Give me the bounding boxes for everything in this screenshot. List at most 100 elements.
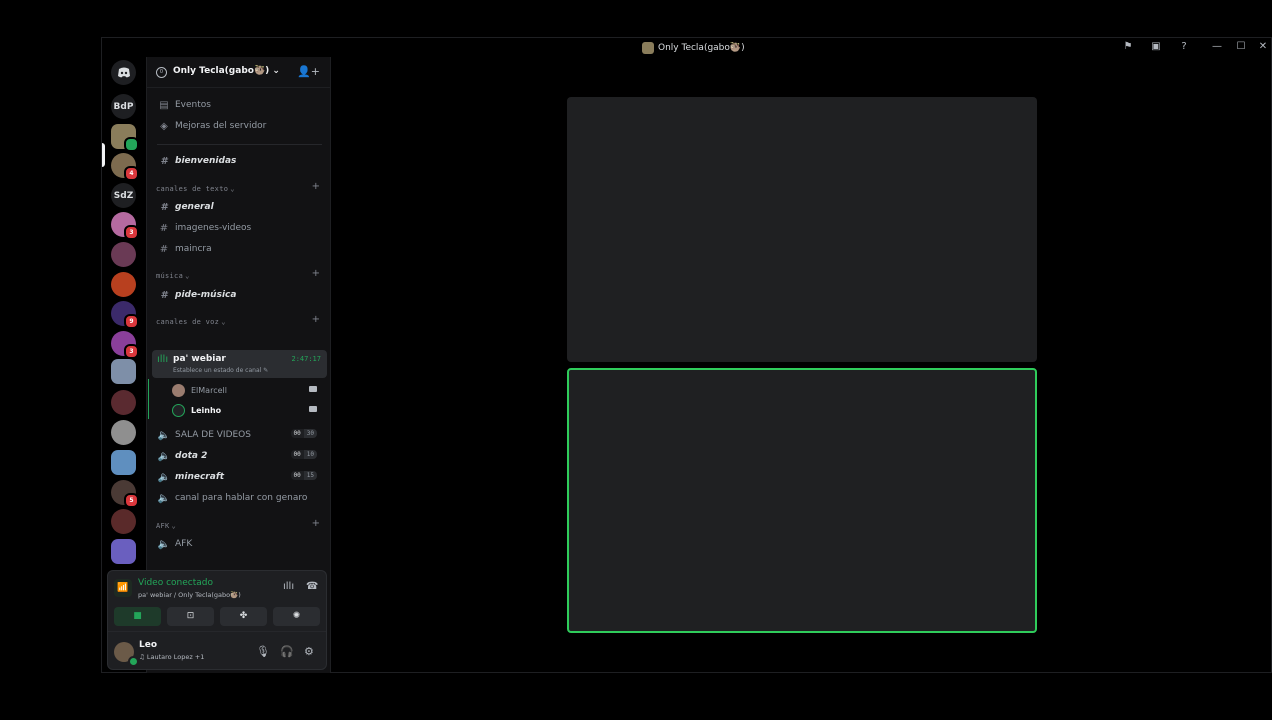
calendar-icon: ▤ bbox=[159, 99, 169, 111]
channel-dota-2[interactable]: 🔈 dota 2 00 10 bbox=[157, 448, 322, 464]
server-icon[interactable]: 9 bbox=[111, 301, 139, 329]
voice-activity-icon: ıllı bbox=[157, 354, 169, 365]
user-count: 00 bbox=[290, 471, 304, 480]
user-max: 15 bbox=[303, 471, 317, 480]
server-icon[interactable] bbox=[111, 272, 136, 297]
window-title-text: Only Tecla(gabo🦥) bbox=[658, 43, 745, 53]
server-icon[interactable]: 3 bbox=[111, 212, 139, 240]
channel-label: imagenes-videos bbox=[175, 223, 252, 233]
chevron-down-icon: ⌄ bbox=[221, 318, 226, 326]
channel-status[interactable]: Establece un estado de canal ✎ bbox=[173, 367, 268, 374]
category-label: música bbox=[156, 272, 184, 280]
voice-user-name: Leinho bbox=[191, 405, 222, 415]
noise-suppression-icon[interactable]: ıllı bbox=[283, 581, 294, 592]
avatar bbox=[172, 403, 185, 417]
voice-connection-panel: 📶 Video conectado pa' webiar / Only Tecl… bbox=[107, 570, 327, 670]
server-icon[interactable] bbox=[111, 509, 136, 534]
server-icon[interactable]: 4 bbox=[111, 153, 139, 181]
voice-channel-pa-webiar[interactable]: ıllı pa' webiar 2:47:17 Establece un est… bbox=[152, 350, 327, 378]
server-icon[interactable] bbox=[111, 420, 136, 445]
channel-pide-musica[interactable]: # pide-música bbox=[157, 287, 237, 303]
boost-icon: ◈ bbox=[160, 120, 168, 132]
server-icon[interactable] bbox=[111, 450, 136, 475]
disconnect-icon[interactable]: ☎ bbox=[306, 581, 318, 592]
add-channel-icon[interactable]: + bbox=[312, 268, 320, 279]
server-icon[interactable] bbox=[111, 539, 136, 564]
voice-user-leinho[interactable]: Leinho bbox=[172, 402, 322, 418]
video-tile-speaking[interactable] bbox=[567, 368, 1037, 633]
voice-status[interactable]: Video conectado bbox=[138, 578, 213, 588]
channel-label: general bbox=[175, 202, 214, 212]
category-music[interactable]: música ⌄ bbox=[156, 270, 190, 282]
soundboard-button[interactable]: ✺ bbox=[273, 607, 320, 626]
selected-server-indicator bbox=[102, 143, 105, 167]
user-limit: 00 10 bbox=[290, 450, 317, 459]
activities-button[interactable]: ✤ bbox=[220, 607, 267, 626]
server-icon[interactable]: 5 bbox=[111, 480, 139, 508]
add-member-icon[interactable]: 👤+ bbox=[297, 65, 320, 78]
channel-afk[interactable]: 🔈 AFK bbox=[157, 536, 192, 552]
voice-user-elmarcell[interactable]: ElMarcell bbox=[172, 382, 322, 398]
events-item[interactable]: ▤ Eventos bbox=[157, 97, 211, 113]
channel-label: minecraft bbox=[175, 472, 225, 482]
mention-badge: 3 bbox=[124, 344, 139, 359]
voice-location[interactable]: pa' webiar / Only Tecla(gabo🦥) bbox=[138, 591, 241, 599]
online-status-icon bbox=[128, 656, 139, 667]
category-text-channels[interactable]: canales de texto ⌄ bbox=[156, 183, 235, 195]
channel-imagenes-videos[interactable]: # imagenes-videos bbox=[157, 220, 251, 236]
server-icon[interactable] bbox=[111, 242, 136, 267]
camera-icon bbox=[309, 406, 317, 412]
server-sdz[interactable]: SdZ bbox=[111, 183, 136, 208]
add-channel-icon[interactable]: + bbox=[312, 518, 320, 529]
channel-maincra[interactable]: # maincra bbox=[157, 241, 212, 257]
home-discord-icon[interactable] bbox=[111, 60, 136, 85]
speaker-icon: 🔈 bbox=[157, 492, 171, 504]
video-tile[interactable] bbox=[567, 97, 1037, 362]
server-header[interactable]: 0 Only Tecla(gabo🦥) ⌄ 👤+ bbox=[147, 57, 330, 88]
headphones-icon[interactable]: 🎧 bbox=[280, 645, 294, 658]
category-afk[interactable]: AFK ⌄ bbox=[156, 520, 176, 532]
flag-icon[interactable]: ⚑ bbox=[1122, 41, 1134, 53]
divider bbox=[157, 144, 322, 145]
channel-sala-de-videos[interactable]: 🔈 SALA DE VIDEOS 00 30 bbox=[157, 427, 322, 443]
server-boosts-item[interactable]: ◈ Mejoras del servidor bbox=[157, 118, 266, 134]
camera-button[interactable]: ■ bbox=[114, 607, 161, 626]
server-label: SdZ bbox=[113, 190, 134, 201]
server-icon[interactable] bbox=[111, 390, 136, 415]
help-icon[interactable]: ? bbox=[1178, 41, 1190, 53]
server-icon[interactable]: 3 bbox=[111, 331, 139, 359]
signal-icon[interactable]: 📶 bbox=[114, 579, 132, 597]
close-button[interactable]: ✕ bbox=[1257, 41, 1269, 53]
settings-gear-icon[interactable]: ⚙ bbox=[304, 645, 314, 658]
mention-badge: 9 bbox=[124, 314, 139, 329]
channel-status-text: Establece un estado de canal bbox=[173, 367, 262, 374]
server-only-tecla[interactable] bbox=[111, 124, 139, 152]
speaker-icon: 🔈 bbox=[157, 450, 171, 462]
channel-genaro[interactable]: 🔈 canal para hablar con genaro bbox=[157, 490, 308, 506]
title-bar: Only Tecla(gabo🦥) ⚑ ▣ ? — ☐ ✕ bbox=[102, 38, 1271, 57]
chevron-down-icon: ⌄ bbox=[230, 185, 235, 193]
channel-minecraft[interactable]: 🔈 minecraft 00 15 bbox=[157, 469, 322, 485]
microphone-icon[interactable]: 🎙 bbox=[256, 645, 270, 658]
channel-bienvenidas[interactable]: # bienvenidas bbox=[157, 153, 237, 169]
notification-badge bbox=[124, 137, 139, 152]
minimize-button[interactable]: — bbox=[1211, 41, 1223, 53]
add-channel-icon[interactable]: + bbox=[312, 181, 320, 192]
channel-general[interactable]: # general bbox=[157, 199, 214, 215]
hash-icon: # bbox=[160, 289, 168, 301]
avatar bbox=[172, 383, 185, 397]
server-icon[interactable] bbox=[111, 359, 136, 384]
inbox-icon[interactable]: ▣ bbox=[1150, 41, 1162, 53]
maximize-button[interactable]: ☐ bbox=[1235, 41, 1247, 53]
mention-badge: 4 bbox=[124, 166, 139, 181]
category-voice[interactable]: canales de voz ⌄ bbox=[156, 316, 226, 328]
server-name: Only Tecla(gabo🦥) ⌄ bbox=[173, 66, 280, 76]
add-channel-icon[interactable]: + bbox=[312, 314, 320, 325]
events-label: Eventos bbox=[175, 100, 211, 110]
mention-badge: 5 bbox=[124, 493, 139, 508]
user-limit: 00 30 bbox=[290, 429, 317, 438]
server-bdp[interactable]: BdP bbox=[111, 94, 136, 119]
user-max: 10 bbox=[303, 450, 317, 459]
screen-share-button[interactable]: ⊡ bbox=[167, 607, 214, 626]
chevron-down-icon: ⌄ bbox=[185, 272, 190, 280]
